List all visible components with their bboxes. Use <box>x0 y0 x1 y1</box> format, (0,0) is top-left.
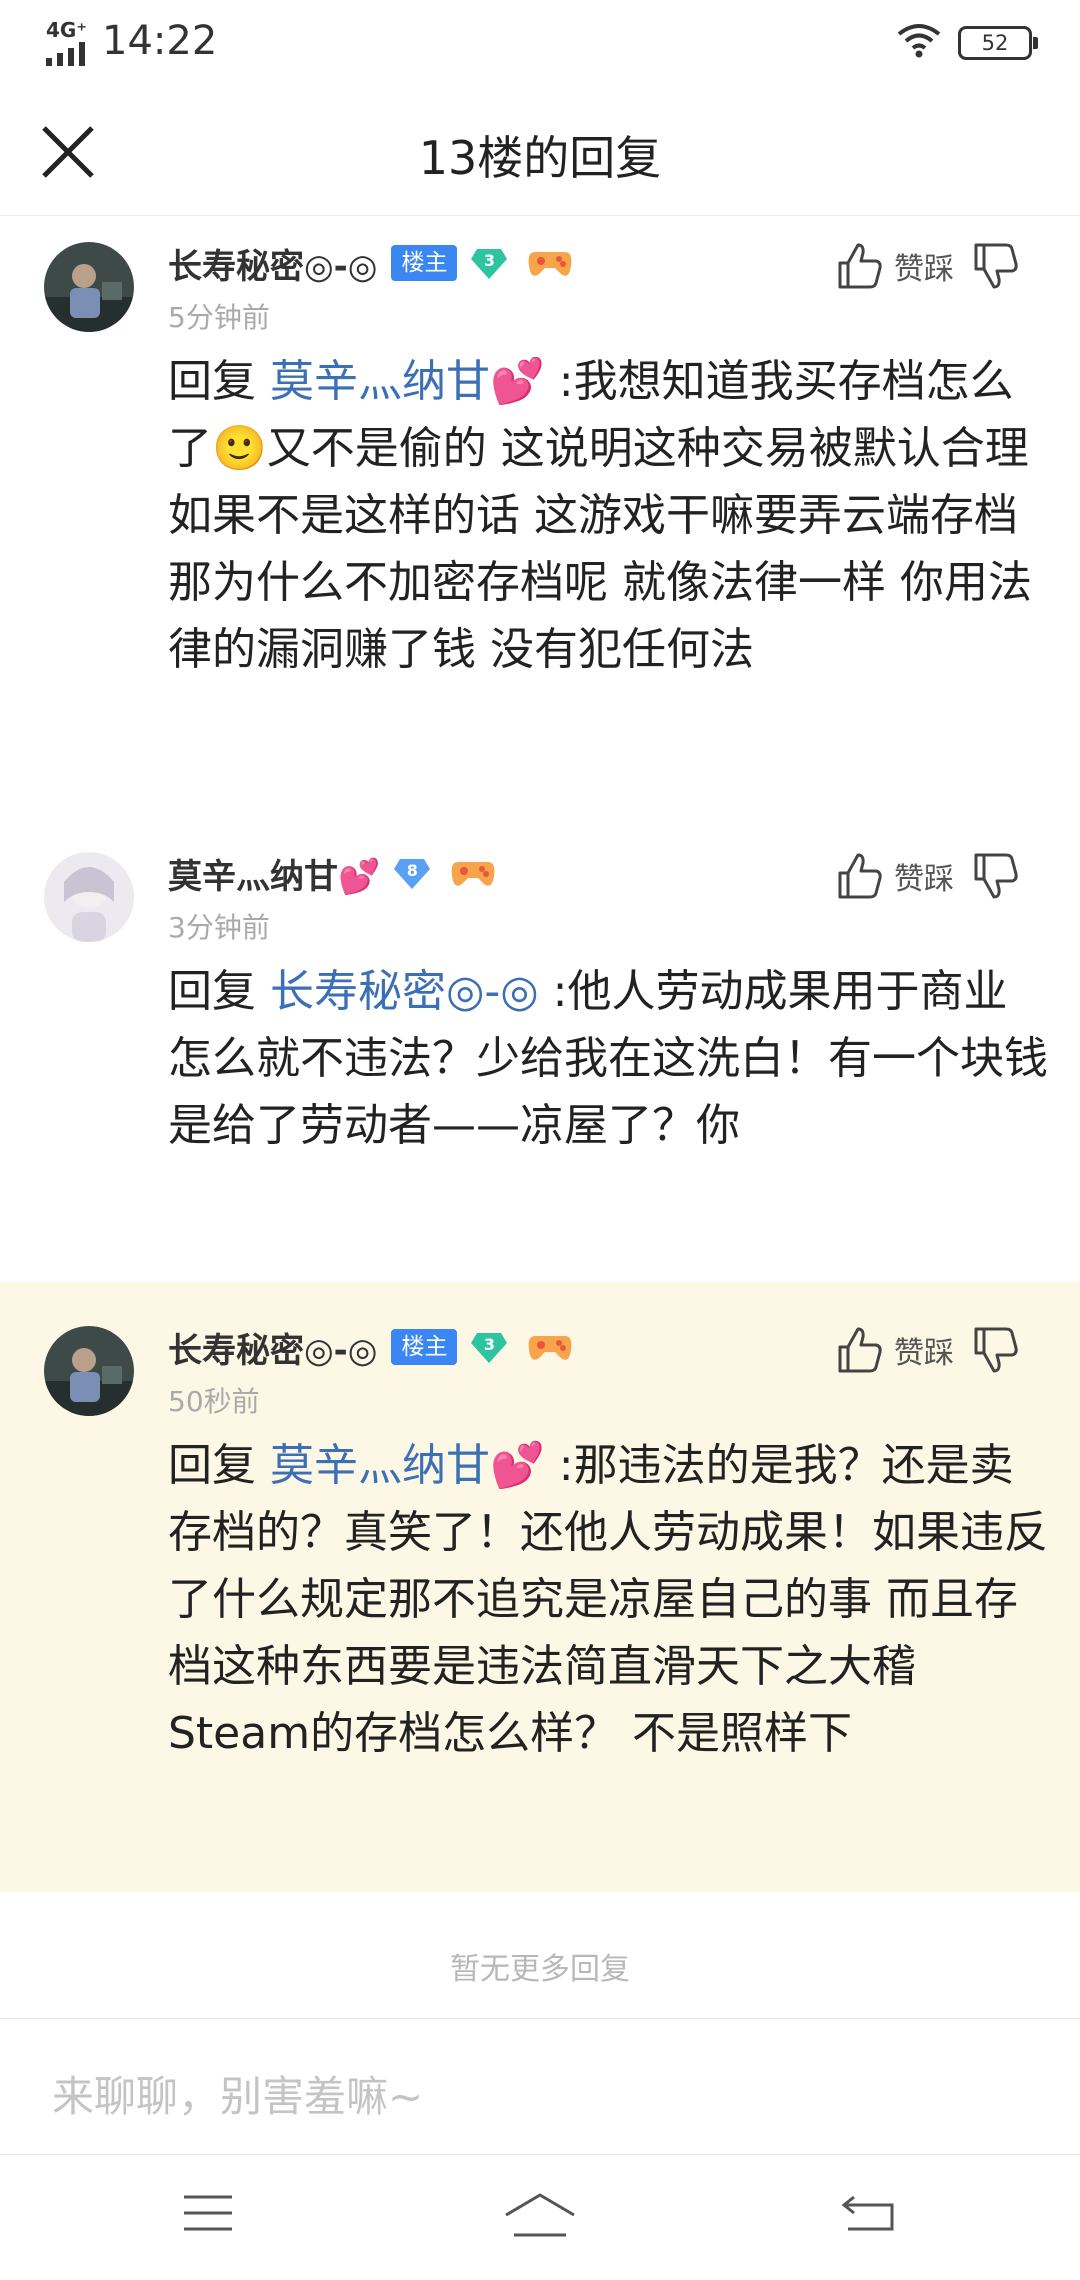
reply-prefix: 回复 <box>168 966 256 1017</box>
battery-indicator: 52 <box>958 26 1038 60</box>
reply-prefix: 回复 <box>168 1440 256 1491</box>
mention-link[interactable]: 莫辛灬纳甘💕 <box>270 1440 545 1491</box>
home-icon[interactable] <box>500 2191 580 2241</box>
vote-label: 赞踩 <box>894 862 954 897</box>
no-more-replies: 暂无更多回复 <box>450 1952 630 1987</box>
reply-content: 回复 莫辛灬纳甘💕 :我想知道我买存档怎么了🙂又不是偷的 这说明这种交易被默认合… <box>168 348 1048 683</box>
thumbs-down-icon[interactable] <box>972 1325 1020 1375</box>
vote-actions: 赞踩 <box>836 1322 1020 1378</box>
username[interactable]: 长寿秘密◎-◎ <box>168 1323 377 1372</box>
reply-item-highlighted: 长寿秘密◎-◎ 楼主 3 50秒前 赞踩 回复 莫辛灬纳甘💕 :那违法的是我？还… <box>0 1282 1080 1892</box>
vote-label: 赞踩 <box>894 1336 954 1371</box>
thumbs-up-icon[interactable] <box>836 1325 884 1375</box>
menu-icon[interactable] <box>180 2191 236 2235</box>
vote-actions: 赞踩 <box>836 238 1020 294</box>
thumbs-down-icon[interactable] <box>972 241 1020 291</box>
gamepad-icon <box>451 862 495 886</box>
thumbs-down-icon[interactable] <box>972 851 1020 901</box>
system-nav-bar <box>0 2155 1080 2280</box>
thumbs-up-icon[interactable] <box>836 851 884 901</box>
reply-item: 莫辛灬纳甘💕 8 3分钟前 赞踩 回复 长寿秘密◎-◎ :他人劳动成果用于商业怎… <box>0 826 1080 1282</box>
username[interactable]: 长寿秘密◎-◎ <box>168 239 377 288</box>
avatar[interactable] <box>44 1326 134 1416</box>
timestamp: 50秒前 <box>168 1385 260 1418</box>
level-number: 8 <box>406 861 418 880</box>
vote-actions: 赞踩 <box>836 848 1020 904</box>
status-bar: 4G⁺ 14:22 52 <box>0 0 1080 86</box>
level-number: 3 <box>483 251 496 270</box>
owner-badge: 楼主 <box>391 245 458 281</box>
avatar[interactable] <box>44 852 134 942</box>
gamepad-icon <box>529 252 572 276</box>
comment-input[interactable] <box>52 2056 1012 2136</box>
timestamp: 5分钟前 <box>168 301 270 334</box>
divider <box>0 2018 1080 2019</box>
owner-badge: 楼主 <box>391 1329 458 1365</box>
back-icon[interactable] <box>840 2191 896 2235</box>
status-time: 14:22 <box>102 18 218 64</box>
gamepad-icon <box>529 1336 572 1360</box>
level-badge: 3 <box>469 1327 509 1367</box>
reply-prefix: 回复 <box>168 356 256 407</box>
page-title: 13楼的回复 <box>418 131 662 185</box>
level-number: 3 <box>483 1335 496 1354</box>
header: 13楼的回复 <box>0 86 1080 216</box>
username[interactable]: 莫辛灬纳甘💕 <box>168 849 380 898</box>
wifi-icon <box>897 24 941 58</box>
signal-icon <box>46 42 85 66</box>
level-badge: 3 <box>469 243 509 283</box>
reply-content: 回复 莫辛灬纳甘💕 :那违法的是我？还是卖存档的？真笑了！还他人劳动成果！如果违… <box>168 1432 1048 1767</box>
user-info: 长寿秘密◎-◎ 楼主 3 <box>168 1322 573 1372</box>
thumbs-up-icon[interactable] <box>836 241 884 291</box>
timestamp: 3分钟前 <box>168 911 270 944</box>
avatar[interactable] <box>44 242 134 332</box>
reply-content: 回复 长寿秘密◎-◎ :他人劳动成果用于商业怎么就不违法？少给我在这洗白！有一个… <box>168 958 1048 1159</box>
user-info: 长寿秘密◎-◎ 楼主 3 <box>168 238 573 288</box>
reply-item: 长寿秘密◎-◎ 楼主 3 5分钟前 赞踩 回复 莫辛灬纳甘💕 :我想知道我买存档… <box>0 216 1080 776</box>
mention-link[interactable]: 莫辛灬纳甘💕 <box>270 356 545 407</box>
mention-link[interactable]: 长寿秘密◎-◎ <box>270 966 539 1017</box>
network-type: 4G⁺ <box>46 18 87 42</box>
vote-label: 赞踩 <box>894 252 954 287</box>
level-badge: 8 <box>392 853 432 893</box>
user-info: 莫辛灬纳甘💕 8 <box>168 848 496 898</box>
